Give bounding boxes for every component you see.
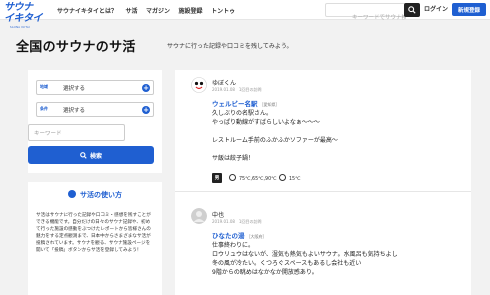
plus-icon: + <box>142 84 150 92</box>
avatar[interactable] <box>191 77 207 93</box>
howto-title: サ活の使い方 <box>80 191 122 199</box>
signup-button[interactable]: 新規登録 <box>452 3 486 16</box>
post-date: 2019.01.08 1回目の訪問 <box>212 87 262 92</box>
post-line <box>212 145 338 154</box>
gender-badge: 男 <box>212 173 222 183</box>
post-line: やっぱり動線がすばらしいよなぁ〜〜〜 <box>212 119 320 126</box>
post-line: レストルーム手前のふかふかソファーが最高〜 <box>212 137 338 144</box>
search-icon <box>80 151 87 159</box>
facility-name: ひなたの湯 <box>212 232 245 240</box>
post-facility[interactable]: ひなたの湯 ［大阪府］ <box>212 230 267 240</box>
post-user[interactable]: ゆぼくん <box>212 78 236 87</box>
info-icon <box>68 190 76 198</box>
post-text: 仕事終わりに。 ロウリュウはないが、湿気も熱気もよいサウナ。水風呂も気持ちよし … <box>212 241 398 277</box>
main-nav: サウナイキタイとは？ サ活 マガジン 施設登録 トントゥ <box>57 0 244 20</box>
avatar[interactable] <box>191 208 207 224</box>
post-line <box>212 127 338 136</box>
area-select[interactable]: 地域 選択する + <box>36 80 154 95</box>
sakatsu-feed: ゆぼくん 2019.01.08 1回目の訪問 ウェルビー名駅 ［愛知県］ 久しぶり… <box>175 70 471 295</box>
post-facility[interactable]: ウェルビー名駅 ［愛知県］ <box>212 98 280 108</box>
nav-about[interactable]: サウナイキタイとは？ <box>57 6 117 15</box>
nav-sakatsu[interactable]: サ活 <box>126 6 138 15</box>
post-line: サ飯は餃子鍋！ <box>212 155 255 162</box>
search-button[interactable] <box>404 3 420 17</box>
logo-sub: SAUNA IKITAI <box>10 26 31 29</box>
post-line: 久しぶりの名駅さん。 <box>212 110 273 117</box>
sauna-icon <box>229 174 236 181</box>
search-submit-button[interactable]: 検索 <box>28 146 154 164</box>
page-subtitle: サウナに行った記録や口コミを残してみよう。 <box>167 43 293 50</box>
post-line: 9階からの眺めはなかなか開放感あり。 <box>212 269 318 276</box>
area-tag: 地域 <box>40 84 48 89</box>
nav-tonttu[interactable]: トントゥ <box>211 6 235 15</box>
condition-value: 選択する <box>63 108 86 114</box>
search-input[interactable] <box>326 12 406 24</box>
sauna-temp: 75℃,65℃,90℃ <box>229 174 277 182</box>
search-icon <box>408 6 416 14</box>
facility-pref: ［愛知県］ <box>259 102 280 107</box>
nav-register-facility[interactable]: 施設登録 <box>179 6 203 15</box>
divider <box>175 191 471 192</box>
post-text: 久しぶりの名駅さん。 やっぱり動線がすばらしいよなぁ〜〜〜 レストルーム手前のふ… <box>212 109 338 163</box>
condition-select[interactable]: 条件 選択する + <box>36 102 154 117</box>
nav-magazine[interactable]: マガジン <box>146 6 170 15</box>
water-temp: 15℃ <box>279 174 301 182</box>
post-line: 仕事終わりに。 <box>212 242 255 249</box>
post-date: 2019.01.08 1回目の訪問 <box>212 219 262 224</box>
top-header: サウナ イキタイ SAUNA IKITAI サウナイキタイとは？ サ活 マガジン… <box>0 0 490 29</box>
facility-name: ウェルビー名駅 <box>212 100 258 108</box>
area-value: 選択する <box>63 86 86 92</box>
post-line: ロウリュウはないが、湿気も熱気もよいサウナ。水風呂も気持ちよし <box>212 251 398 258</box>
howto-title-row: サ活の使い方 <box>28 190 162 200</box>
facility-pref: ［大阪府］ <box>246 234 267 239</box>
plus-icon: + <box>142 106 150 114</box>
search-submit-label: 検索 <box>89 152 102 160</box>
logo-line1: サウナ <box>4 2 33 13</box>
keyword-input[interactable]: キーワード <box>28 124 125 141</box>
howto-panel: サ活の使い方 サ活はサウナに行った記録や口コミ・感想を残すことができる機能です。… <box>28 182 162 295</box>
login-link[interactable]: ログイン <box>424 4 448 13</box>
post-user[interactable]: 中也 <box>212 210 224 219</box>
water-icon <box>279 174 286 181</box>
logo-line2: イキタイ <box>4 13 43 24</box>
howto-body: サ活はサウナに行った記録や口コミ・感想を残すことができる機能です。自分だけの日々… <box>36 213 151 253</box>
post-line: 冬の風が冷たい。くつろぐスペースもあるし会社も近い <box>212 260 362 267</box>
sauna-temp-value: 75℃,65℃,90℃ <box>239 177 277 182</box>
condition-tag: 条件 <box>40 106 48 111</box>
page-title: 全国のサウナのサ活 <box>16 40 136 55</box>
site-logo[interactable]: サウナ イキタイ SAUNA IKITAI <box>4 2 44 32</box>
water-temp-value: 15℃ <box>289 177 301 182</box>
